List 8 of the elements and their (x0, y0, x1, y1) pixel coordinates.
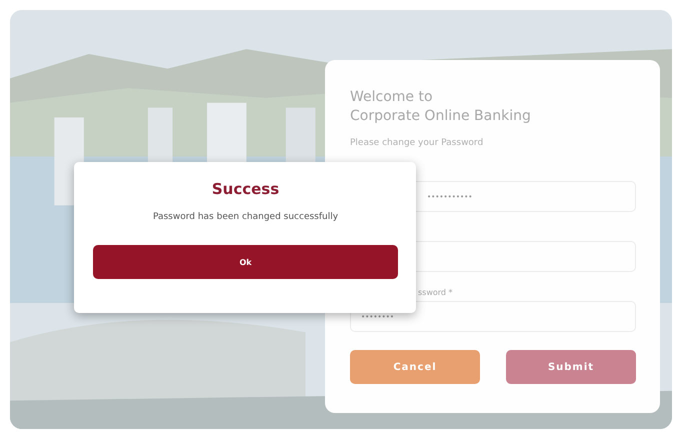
dialog-message: Password has been changed successfully (152, 212, 338, 222)
submit-button[interactable]: Submit (506, 350, 636, 384)
dialog-title: Success (212, 180, 280, 198)
cancel-button[interactable]: Cancel (350, 350, 480, 384)
field-label: ssword * (418, 288, 453, 297)
card-title: Welcome to Corporate Online Banking (350, 88, 532, 126)
card-subtitle: Please change your Password (350, 138, 484, 148)
ok-button[interactable]: Ok (93, 245, 398, 279)
